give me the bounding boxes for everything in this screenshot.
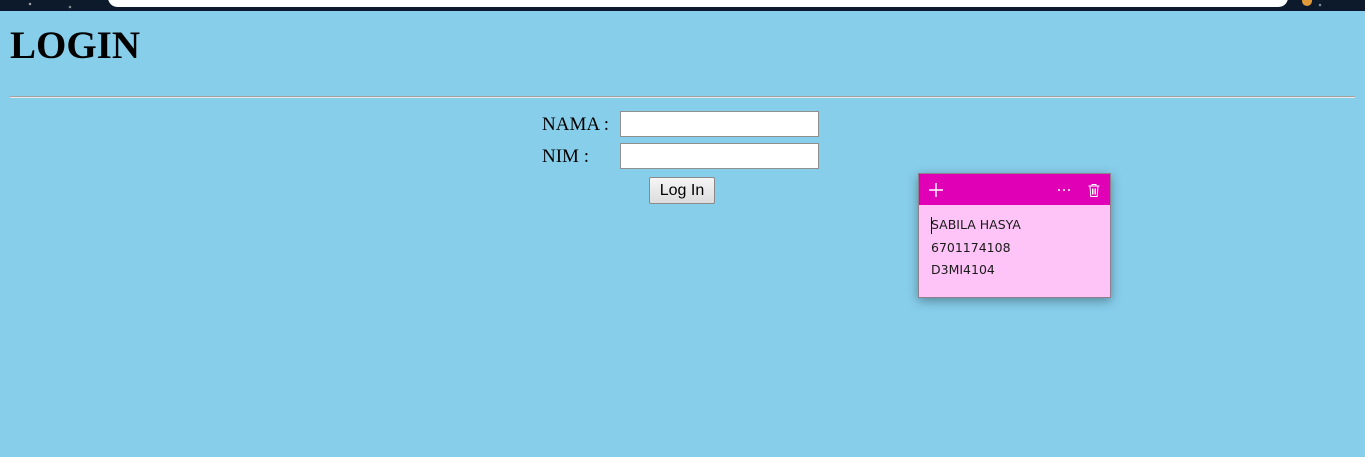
- sticky-note-header[interactable]: [919, 174, 1110, 205]
- nama-input[interactable]: [620, 111, 819, 137]
- text-caret: [931, 217, 932, 234]
- sticky-note-line: SABILA HASYA: [931, 217, 1021, 232]
- nama-label: NAMA :: [542, 114, 610, 135]
- plus-icon[interactable]: [924, 174, 948, 205]
- page-title: LOGIN: [10, 24, 141, 67]
- more-icon[interactable]: [1052, 174, 1076, 205]
- sticky-note-line: 6701174108: [931, 239, 1011, 255]
- nim-input[interactable]: [620, 143, 819, 169]
- trash-icon[interactable]: [1082, 174, 1106, 205]
- sticky-note[interactable]: SABILA HASYA 6701174108 D3MI4104: [918, 173, 1111, 298]
- nim-label: NIM :: [542, 146, 589, 167]
- login-button[interactable]: Log In: [649, 177, 715, 204]
- sticky-note-text[interactable]: SABILA HASYA 6701174108 D3MI4104: [931, 214, 1101, 282]
- sticky-note-line: D3MI4104: [931, 262, 995, 277]
- browser-address-bar[interactable]: [108, 0, 1288, 7]
- horizontal-rule: [10, 96, 1355, 98]
